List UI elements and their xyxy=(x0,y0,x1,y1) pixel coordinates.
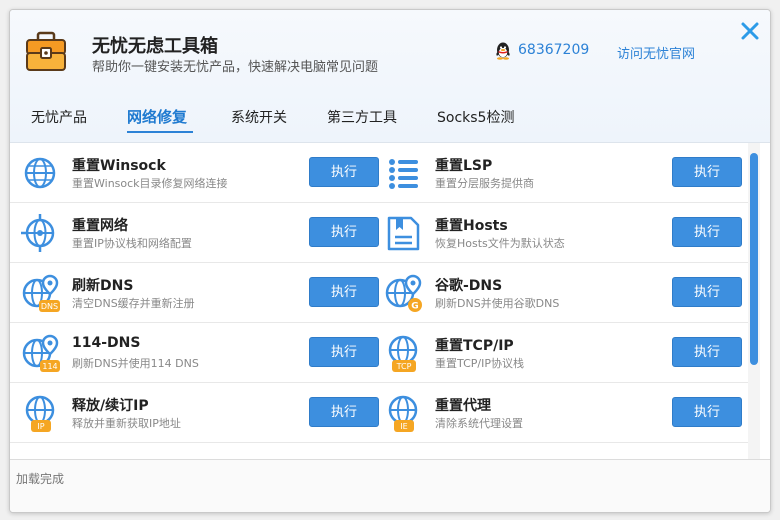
tool-title: 重置Hosts xyxy=(435,218,508,234)
tool-item-reset-network: 重置网络 重置IP协议栈和网络配置 执行 xyxy=(10,203,379,262)
active-tab-indicator xyxy=(127,131,193,133)
tool-title: 释放/续订IP xyxy=(72,398,149,414)
execute-button[interactable]: 执行 xyxy=(309,337,379,367)
app-subtitle: 帮助你一键安装无忧产品，快速解决电脑常见问题 xyxy=(92,60,379,75)
tool-title: 重置Winsock xyxy=(72,158,166,174)
tool-description: 释放并重新获取IP地址 xyxy=(72,417,181,430)
header: 无忧无虑工具箱 帮助你一键安装无忧产品，快速解决电脑常见问题 68367209 … xyxy=(10,10,770,143)
globe-icon xyxy=(24,157,56,189)
tool-list: 重置Winsock 重置Winsock目录修复网络连接 执行 重置LSP 重置分… xyxy=(10,143,748,459)
globe-badge-icon: IE xyxy=(388,395,418,432)
tool-row: IP 释放/续订IP 释放并重新获取IP地址 执行 IE 重置代理 清除系统代理… xyxy=(10,383,748,443)
tool-item-reset-proxy: IE 重置代理 清除系统代理设置 执行 xyxy=(373,383,748,442)
tool-description: 重置分层服务提供商 xyxy=(435,177,534,190)
vertical-scrollbar[interactable] xyxy=(748,143,760,459)
layers-list-icon xyxy=(389,159,418,189)
tool-description: 刷新DNS并使用114 DNS xyxy=(72,357,199,370)
icon-badge: IP xyxy=(37,422,44,431)
globe-badge-icon: TCP xyxy=(388,335,418,372)
execute-button[interactable]: 执行 xyxy=(672,337,742,367)
tool-description: 恢复Hosts文件为默认状态 xyxy=(435,237,565,250)
close-icon[interactable] xyxy=(739,20,761,42)
tool-title: 谷歌-DNS xyxy=(435,278,503,294)
tool-row: 114 114-DNS 刷新DNS并使用114 DNS 执行 TCP 重置TCP… xyxy=(10,323,748,383)
tool-title: 重置LSP xyxy=(435,158,493,174)
icon-badge: IE xyxy=(400,422,407,431)
tool-row: DNS 刷新DNS 清空DNS缓存并重新注册 执行 G 谷歌-DNS 刷新DNS… xyxy=(10,263,748,323)
tool-item-reset-lsp: 重置LSP 重置分层服务提供商 执行 xyxy=(373,143,748,202)
hosts-file-icon xyxy=(387,216,420,251)
execute-button[interactable]: 执行 xyxy=(309,397,379,427)
tool-item-114-dns: 114 114-DNS 刷新DNS并使用114 DNS 执行 xyxy=(10,323,379,382)
icon-badge: DNS xyxy=(41,302,58,311)
globe-pin-icon: G xyxy=(385,274,422,312)
toolbox-logo-icon xyxy=(26,31,66,71)
execute-button[interactable]: 执行 xyxy=(672,277,742,307)
tool-description: 刷新DNS并使用谷歌DNS xyxy=(435,297,560,310)
tab-bar: 无忧产品 网络修复 系统开关 第三方工具 Socks5检测 xyxy=(10,102,770,142)
tool-row: 重置网络 重置IP协议栈和网络配置 执行 重置Hosts 恢复Hosts文件为默… xyxy=(10,203,748,263)
qq-number: 68367209 xyxy=(518,42,590,58)
globe-pin-icon: DNS xyxy=(22,274,60,312)
tool-row: 重置Winsock 重置Winsock目录修复网络连接 执行 重置LSP 重置分… xyxy=(10,143,748,203)
execute-button[interactable]: 执行 xyxy=(672,217,742,247)
tool-title: 重置代理 xyxy=(435,398,491,414)
tool-item-flush-dns: DNS 刷新DNS 清空DNS缓存并重新注册 执行 xyxy=(10,263,379,322)
execute-button[interactable]: 执行 xyxy=(672,397,742,427)
visit-official-site-link[interactable]: 访问无忧官网 xyxy=(617,43,695,62)
tool-description: 重置TCP/IP协议栈 xyxy=(435,357,524,370)
status-text: 加载完成 xyxy=(16,472,65,486)
tab-network-repair[interactable]: 网络修复 xyxy=(127,106,187,127)
tool-description: 重置Winsock目录修复网络连接 xyxy=(72,177,228,190)
tab-system-switches[interactable]: 系统开关 xyxy=(231,107,287,127)
icon-badge: TCP xyxy=(396,362,412,371)
globe-badge-icon: IP xyxy=(25,395,55,432)
icon-badge: 114 xyxy=(42,362,57,371)
tool-title: 重置TCP/IP xyxy=(435,338,514,354)
tool-description: 清空DNS缓存并重新注册 xyxy=(72,297,195,310)
execute-button[interactable]: 执行 xyxy=(309,157,379,187)
tool-item-release-renew-ip: IP 释放/续订IP 释放并重新获取IP地址 执行 xyxy=(10,383,379,442)
network-globe-icon xyxy=(21,214,55,252)
globe-pin-icon: 114 xyxy=(22,334,60,372)
tool-item-reset-tcpip: TCP 重置TCP/IP 重置TCP/IP协议栈 执行 xyxy=(373,323,748,382)
icon-badge: G xyxy=(411,302,418,312)
status-bar: 加载完成 xyxy=(10,459,770,512)
tool-item-reset-hosts: 重置Hosts 恢复Hosts文件为默认状态 执行 xyxy=(373,203,748,262)
tool-title: 重置网络 xyxy=(72,218,128,234)
tab-socks5-check[interactable]: Socks5检测 xyxy=(437,107,514,127)
tool-title: 114-DNS xyxy=(72,335,141,351)
tool-description: 清除系统代理设置 xyxy=(435,417,523,430)
execute-button[interactable]: 执行 xyxy=(309,277,379,307)
main-window: 无忧无虑工具箱 帮助你一键安装无忧产品，快速解决电脑常见问题 68367209 … xyxy=(9,9,771,513)
tab-wuyou-products[interactable]: 无忧产品 xyxy=(31,107,87,127)
tool-item-google-dns: G 谷歌-DNS 刷新DNS并使用谷歌DNS 执行 xyxy=(373,263,748,322)
tool-description: 重置IP协议栈和网络配置 xyxy=(72,237,192,250)
qq-penguin-icon xyxy=(496,42,510,60)
tool-item-reset-winsock: 重置Winsock 重置Winsock目录修复网络连接 执行 xyxy=(10,143,379,202)
execute-button[interactable]: 执行 xyxy=(672,157,742,187)
execute-button[interactable]: 执行 xyxy=(309,217,379,247)
tab-third-party-tools[interactable]: 第三方工具 xyxy=(327,107,397,127)
scrollbar-thumb[interactable] xyxy=(750,153,758,365)
tool-title: 刷新DNS xyxy=(72,278,134,294)
app-title: 无忧无虑工具箱 xyxy=(92,36,218,57)
